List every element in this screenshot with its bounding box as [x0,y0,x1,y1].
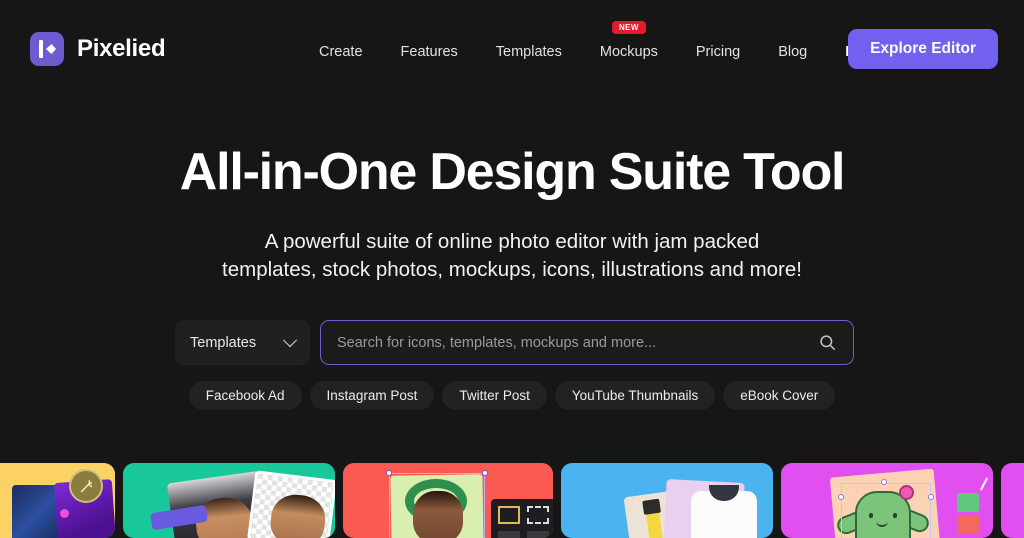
tshirt-mockup [691,485,757,538]
sparkle-accent [979,477,989,491]
nav-item-templates[interactable]: Templates [477,38,581,66]
tool-panel [491,499,553,538]
nav-item-pricing[interactable]: Pricing [677,38,759,66]
search-box[interactable] [320,320,854,365]
nav-item-blog[interactable]: Blog [759,38,826,66]
nav-item-create[interactable]: Create [300,38,382,66]
selection-handle-right [928,494,934,500]
selection-handle-left [838,494,844,500]
main-navigation: Create Features Templates NEW Mockups Pr… [300,21,904,66]
explore-editor-button[interactable]: Explore Editor [848,29,998,69]
site-header: Pixelied Create Features Templates NEW M… [0,0,1024,98]
hero-subtitle: A powerful suite of online photo editor … [0,228,1024,284]
color-swatch-green [957,493,979,512]
color-swatch-red [957,515,979,534]
chip-twitter-post[interactable]: Twitter Post [442,381,547,410]
panel-option-dashed [527,506,549,524]
page-title: All-in-One Design Suite Tool [179,143,846,201]
brand-name: Pixelied [77,35,166,62]
chevron-down-icon [282,332,298,347]
magenta-cactus-card[interactable] [781,463,993,538]
search-row: Templates [175,320,854,365]
panel-option-b [527,531,549,538]
blue-apparel-card[interactable] [561,463,773,538]
category-select[interactable]: Templates [175,320,310,365]
logo-bar-shape [39,40,43,58]
nav-item-features[interactable]: Features [382,38,477,66]
bottle-cap-shape [642,498,661,515]
hero-subtitle-line-1: A powerful suite of online photo editor … [264,230,760,253]
tshirt-neckline [709,485,739,501]
selection-handle-top [881,479,887,485]
search-input[interactable] [337,334,818,351]
green-portrait-card[interactable] [123,463,335,538]
logo-diamond-shape [46,44,56,54]
new-badge: NEW [611,21,646,34]
nav-item-mockups-label: Mockups [599,44,658,60]
red-frame-card[interactable] [343,463,553,538]
selection-handle-top-right [482,470,488,476]
pixelied-landing-page: Pixelied Create Features Templates NEW M… [0,0,1024,538]
selection-box [841,483,931,538]
selection-handle-top-left [386,470,392,476]
chip-instagram-post[interactable]: Instagram Post [309,381,435,410]
panel-option-a [498,531,520,538]
chip-youtube-thumbnails[interactable]: YouTube Thumbnails [554,381,716,410]
chip-facebook-ad[interactable]: Facebook Ad [188,381,302,410]
panel-option-gold [498,506,520,524]
selection-box [389,473,485,538]
category-select-value: Templates [190,334,257,351]
yellow-product-card[interactable] [0,463,115,538]
hero-subtitle-line-2: templates, stock photos, mockups, icons,… [222,258,802,281]
search-icon[interactable] [818,333,837,352]
magic-wand-icon [69,469,103,503]
pink-dot-accent [60,509,69,518]
template-gallery [0,463,1024,538]
nav-item-mockups[interactable]: NEW Mockups [581,21,677,66]
brand-logo[interactable]: Pixelied [30,32,166,66]
chip-ebook-cover[interactable]: eBook Cover [723,381,836,410]
pixelied-logo-icon [30,32,64,66]
quick-category-chips: Facebook Ad Instagram Post Twitter Post … [0,381,1024,410]
magenta-partial-card[interactable] [1001,463,1024,538]
